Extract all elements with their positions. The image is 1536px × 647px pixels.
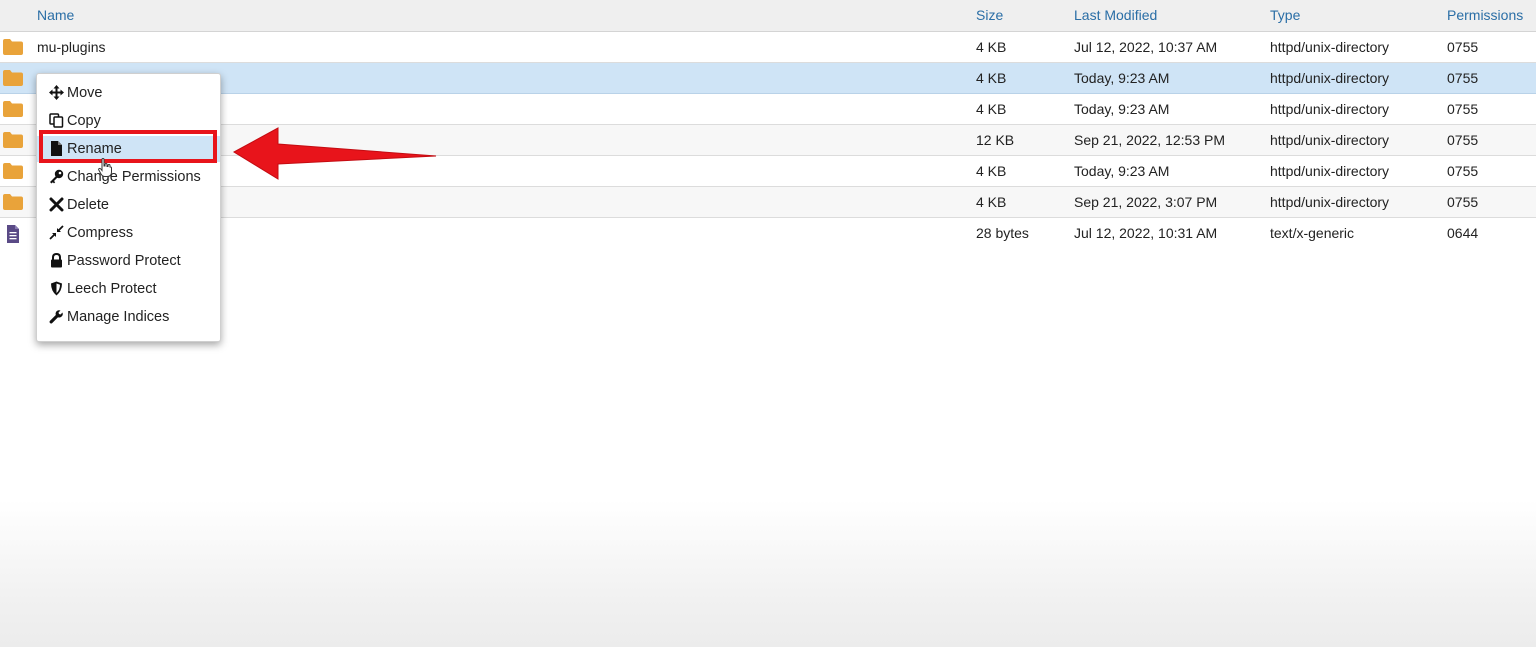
table-row[interactable]: mu-plugins 4 KB Jul 12, 2022, 10:37 AM h…: [0, 32, 1536, 63]
row-size: 12 KB: [976, 132, 1015, 148]
close-icon: [49, 197, 64, 212]
folder-icon: [3, 70, 23, 86]
row-type: httpd/unix-directory: [1270, 132, 1390, 148]
menu-item-leech-protect[interactable]: Leech Protect: [37, 276, 220, 302]
folder-icon: [3, 163, 23, 179]
row-type: httpd/unix-directory: [1270, 101, 1390, 117]
row-type: httpd/unix-directory: [1270, 39, 1390, 55]
menu-item-label: Delete: [67, 197, 109, 213]
column-header-permissions[interactable]: Permissions: [1447, 7, 1523, 23]
row-last-modified: Today, 9:23 AM: [1074, 70, 1170, 86]
key-icon: [49, 169, 64, 184]
annotation-highlight-box: [39, 130, 217, 163]
row-type: httpd/unix-directory: [1270, 163, 1390, 179]
row-size: 4 KB: [976, 39, 1007, 55]
row-last-modified: Jul 12, 2022, 10:31 AM: [1074, 225, 1218, 241]
row-name[interactable]: mu-plugins: [37, 39, 105, 55]
menu-item-compress[interactable]: Compress: [37, 220, 220, 246]
row-size: 28 bytes: [976, 225, 1029, 241]
menu-item-label: Move: [67, 85, 103, 101]
row-size: 4 KB: [976, 70, 1007, 86]
move-icon: [49, 85, 64, 100]
row-last-modified: Today, 9:23 AM: [1074, 163, 1170, 179]
row-last-modified: Sep 21, 2022, 3:07 PM: [1074, 194, 1218, 210]
row-last-modified: Today, 9:23 AM: [1074, 101, 1170, 117]
table-row[interactable]: 4 KB Today, 9:23 AM httpd/unix-directory…: [0, 63, 1536, 94]
row-type: text/x-generic: [1270, 225, 1355, 241]
row-permissions: 0755: [1447, 163, 1479, 179]
column-header-size[interactable]: Size: [976, 7, 1003, 23]
row-permissions: 0644: [1447, 225, 1479, 241]
row-last-modified: Sep 21, 2022, 12:53 PM: [1074, 132, 1225, 148]
row-size: 4 KB: [976, 101, 1007, 117]
menu-item-label: Copy: [67, 113, 101, 129]
row-size: 4 KB: [976, 163, 1007, 179]
table-row[interactable]: 28 bytes Jul 12, 2022, 10:31 AM text/x-g…: [0, 218, 1536, 248]
menu-item-label: Compress: [67, 225, 134, 241]
menu-item-password-protect[interactable]: Password Protect: [37, 248, 220, 274]
menu-item-change-permissions[interactable]: Change Permissions: [37, 164, 220, 190]
context-menu: Move Copy Rename Change Permissions Dele…: [36, 73, 221, 342]
wrench-icon: [49, 309, 64, 324]
file-icon: [3, 225, 23, 243]
menu-item-label: Change Permissions: [67, 169, 201, 185]
shield-icon: [49, 281, 64, 296]
row-permissions: 0755: [1447, 132, 1479, 148]
lock-icon: [49, 252, 64, 268]
row-type: httpd/unix-directory: [1270, 70, 1390, 86]
copy-icon: [49, 113, 64, 128]
folder-icon: [3, 132, 23, 148]
row-permissions: 0755: [1447, 194, 1479, 210]
row-permissions: 0755: [1447, 39, 1479, 55]
compress-icon: [49, 225, 64, 240]
row-size: 4 KB: [976, 194, 1007, 210]
menu-item-delete[interactable]: Delete: [37, 192, 220, 218]
row-permissions: 0755: [1447, 70, 1479, 86]
column-header-name[interactable]: Name: [37, 7, 74, 23]
annotation-arrow-icon: [230, 126, 440, 185]
folder-icon: [3, 101, 23, 117]
row-last-modified: Jul 12, 2022, 10:37 AM: [1074, 39, 1218, 55]
column-header-last-modified[interactable]: Last Modified: [1074, 7, 1157, 23]
column-header-type[interactable]: Type: [1270, 7, 1300, 23]
menu-item-move[interactable]: Move: [37, 80, 220, 106]
table-header: Name Size Last Modified Type Permissions: [0, 0, 1536, 32]
row-type: httpd/unix-directory: [1270, 194, 1390, 210]
menu-item-label: Password Protect: [67, 253, 181, 269]
table-row[interactable]: 4 KB Sep 21, 2022, 3:07 PM httpd/unix-di…: [0, 187, 1536, 218]
menu-item-label: Manage Indices: [67, 309, 170, 325]
row-permissions: 0755: [1447, 101, 1479, 117]
menu-item-label: Leech Protect: [67, 281, 157, 297]
folder-icon: [3, 194, 23, 210]
hand-cursor-icon: [98, 157, 114, 181]
file-table: Name Size Last Modified Type Permissions…: [0, 0, 1536, 248]
table-row[interactable]: 4 KB Today, 9:23 AM httpd/unix-directory…: [0, 94, 1536, 125]
folder-icon: [3, 39, 23, 55]
menu-item-manage-indices[interactable]: Manage Indices: [37, 304, 220, 330]
